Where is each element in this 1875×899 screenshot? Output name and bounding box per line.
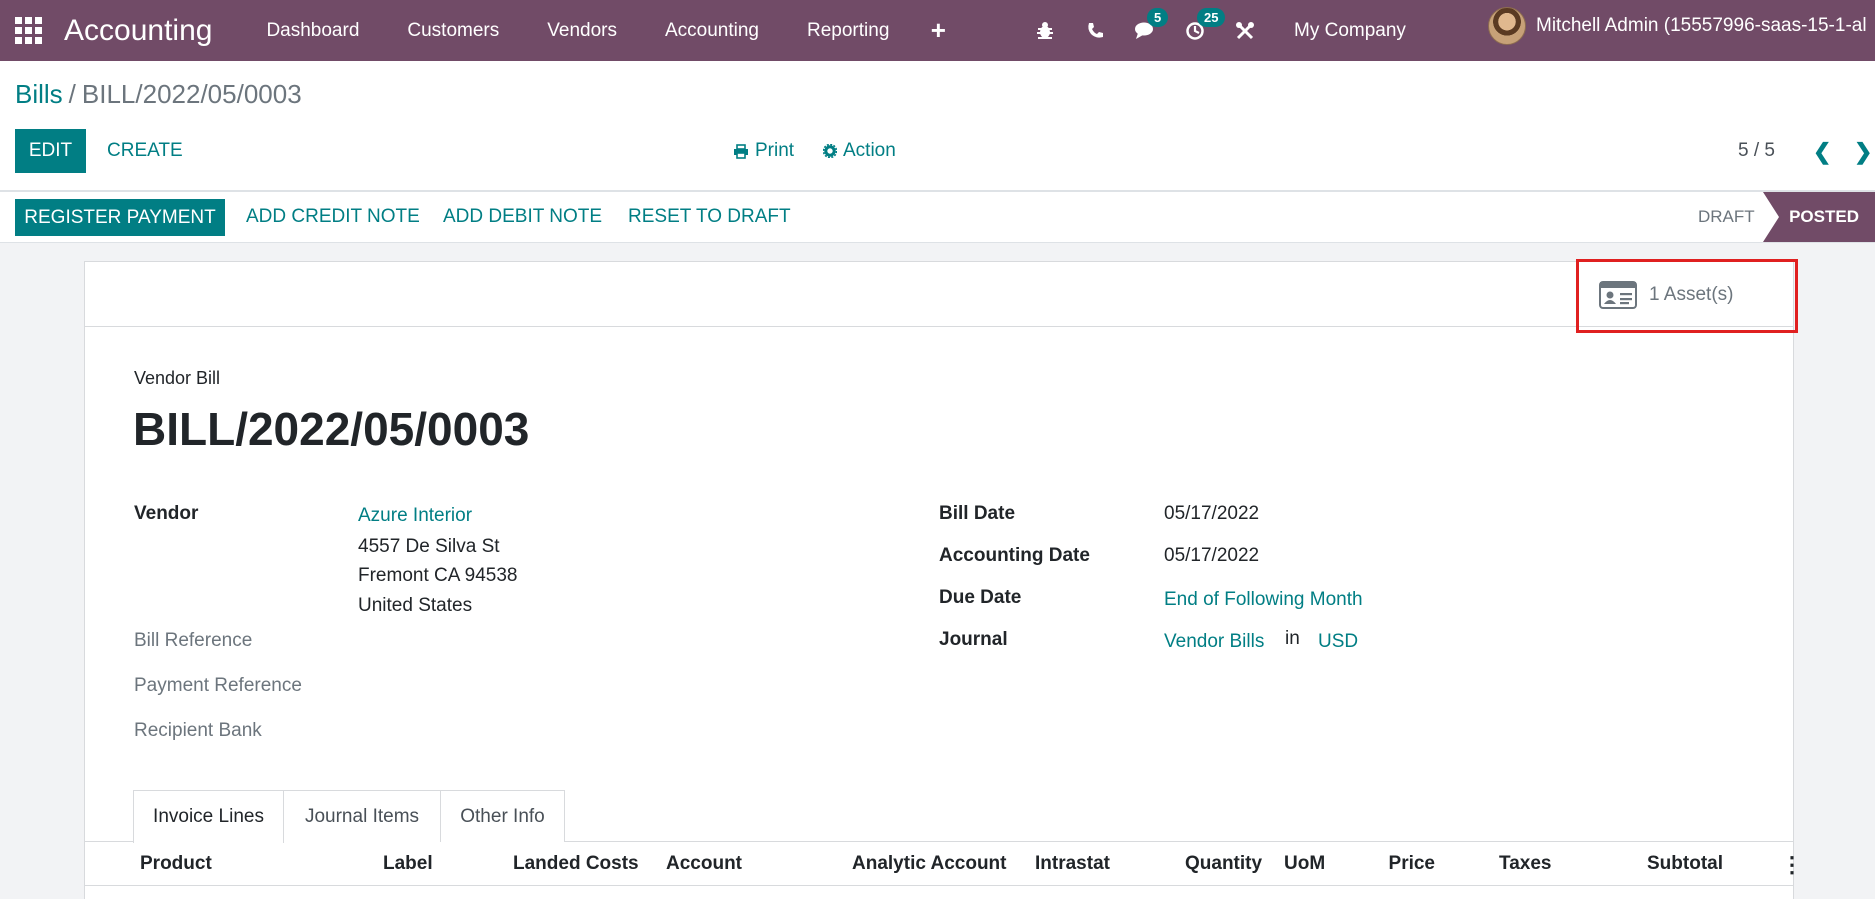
app-name[interactable]: Accounting xyxy=(64,14,212,48)
due-date-label: Due Date xyxy=(939,587,1022,608)
recipient-bank-label: Recipient Bank xyxy=(134,720,262,741)
journal-in-text: in xyxy=(1285,628,1300,649)
menu-accounting[interactable]: Accounting xyxy=(641,20,783,42)
bill-date-value: 05/17/2022 xyxy=(1164,503,1260,524)
column-options-icon[interactable]: ⋮ xyxy=(1781,852,1803,878)
col-price[interactable]: Price xyxy=(1365,853,1435,875)
pager-value[interactable]: 5 / 5 xyxy=(1738,140,1775,162)
col-taxes[interactable]: Taxes xyxy=(1499,853,1551,875)
gear-icon xyxy=(823,144,837,158)
print-label: Print xyxy=(755,140,795,161)
breadcrumb-current: BILL/2022/05/0003 xyxy=(81,79,302,109)
create-button[interactable]: CREATE xyxy=(107,140,183,162)
company-switcher[interactable]: My Company xyxy=(1294,20,1406,42)
accounting-date-value: 05/17/2022 xyxy=(1164,545,1260,566)
register-payment-button[interactable]: REGISTER PAYMENT xyxy=(15,199,225,236)
invoice-lines-header: Product Label Landed Costs Account Analy… xyxy=(85,842,1803,886)
tab-invoice-lines[interactable]: Invoice Lines xyxy=(133,790,284,843)
activities-icon[interactable]: 25 xyxy=(1170,0,1226,61)
vendor-city: Fremont CA 94538 xyxy=(358,565,518,586)
currency-value[interactable]: USD xyxy=(1318,631,1358,653)
messages-count-badge: 5 xyxy=(1147,8,1169,27)
tab-journal-items[interactable]: Journal Items xyxy=(283,790,441,842)
breadcrumb-separator: / xyxy=(68,79,76,109)
col-quantity[interactable]: Quantity xyxy=(1185,853,1262,875)
col-uom[interactable]: UoM xyxy=(1284,853,1325,875)
col-intrastat[interactable]: Intrastat xyxy=(1035,853,1110,875)
menu-customers[interactable]: Customers xyxy=(383,20,523,42)
menu-vendors[interactable]: Vendors xyxy=(523,20,641,42)
journal-value[interactable]: Vendor Bills xyxy=(1164,631,1264,653)
notebook-tabs: Invoice Lines Journal Items Other Info xyxy=(85,790,1793,843)
user-menu[interactable]: Mitchell Admin (15557996-saas-15-1-al xyxy=(1488,7,1867,45)
reset-to-draft-button[interactable]: RESET TO DRAFT xyxy=(628,206,791,228)
assets-count-label: 1 Asset(s) xyxy=(1649,283,1734,305)
id-card-icon xyxy=(1599,280,1637,309)
statusbar: REGISTER PAYMENT ADD CREDIT NOTE ADD DEB… xyxy=(0,191,1875,243)
bug-icon[interactable] xyxy=(1020,0,1070,61)
bill-reference-label: Bill Reference xyxy=(134,630,253,651)
col-subtotal[interactable]: Subtotal xyxy=(1635,853,1723,875)
assets-smart-button[interactable]: 1 Asset(s) xyxy=(1577,262,1760,327)
avatar xyxy=(1488,7,1526,45)
form-sheet: 1 Asset(s) Vendor Bill BILL/2022/05/0003… xyxy=(84,261,1803,899)
add-credit-note-button[interactable]: ADD CREDIT NOTE xyxy=(246,206,420,228)
col-landed-costs[interactable]: Landed Costs xyxy=(513,853,639,875)
vendor-name-link[interactable]: Azure Interior xyxy=(358,505,472,527)
vendor-country: United States xyxy=(358,595,473,616)
phone-icon[interactable] xyxy=(1070,0,1120,61)
col-label[interactable]: Label xyxy=(383,853,433,875)
breadcrumb-bills-link[interactable]: Bills xyxy=(15,79,63,109)
journal-label: Journal xyxy=(939,629,1008,650)
breadcrumb: Bills / BILL/2022/05/0003 xyxy=(15,79,302,110)
stage-posted[interactable]: POSTED xyxy=(1763,192,1875,242)
messages-icon[interactable]: 5 xyxy=(1120,0,1170,61)
menu-reporting[interactable]: Reporting xyxy=(783,20,913,42)
edit-button[interactable]: EDIT xyxy=(15,129,86,173)
col-analytic-account[interactable]: Analytic Account xyxy=(852,853,1007,875)
chevron-left-icon[interactable]: ❮ xyxy=(1813,139,1831,165)
col-account[interactable]: Account xyxy=(666,853,742,875)
print-button[interactable]: Print xyxy=(733,140,794,162)
document-type: Vendor Bill xyxy=(134,368,221,388)
col-product[interactable]: Product xyxy=(140,853,212,875)
printer-icon xyxy=(734,143,748,159)
tab-other-info[interactable]: Other Info xyxy=(440,790,565,842)
bill-date-label: Bill Date xyxy=(939,503,1016,524)
systray: 5 25 My Company xyxy=(1020,0,1406,61)
menu-dashboard[interactable]: Dashboard xyxy=(242,20,383,42)
document-name: BILL/2022/05/0003 xyxy=(133,403,530,455)
action-button[interactable]: Action xyxy=(823,140,896,162)
action-label: Action xyxy=(843,140,896,161)
chevron-right-icon[interactable]: ❯ xyxy=(1854,139,1872,165)
tools-icon[interactable] xyxy=(1220,0,1270,61)
vendor-label: Vendor xyxy=(134,503,199,524)
due-date-value[interactable]: End of Following Month xyxy=(1164,589,1363,611)
vendor-street: 4557 De Silva St xyxy=(358,536,500,557)
smart-button-box: 1 Asset(s) xyxy=(85,262,1793,327)
apps-menu-icon[interactable] xyxy=(13,16,43,46)
control-panel: Bills / BILL/2022/05/0003 EDIT CREATE Prin… xyxy=(0,61,1875,191)
user-name: Mitchell Admin (15557996-saas-15-1-al xyxy=(1536,15,1867,36)
payment-reference-label: Payment Reference xyxy=(134,675,302,696)
stage-draft[interactable]: DRAFT xyxy=(1698,207,1755,227)
top-navbar: Accounting Dashboard Customers Vendors A… xyxy=(0,0,1875,61)
add-debit-note-button[interactable]: ADD DEBIT NOTE xyxy=(443,206,602,228)
plus-icon[interactable]: + xyxy=(923,15,953,46)
accounting-date-label: Accounting Date xyxy=(939,545,1090,566)
